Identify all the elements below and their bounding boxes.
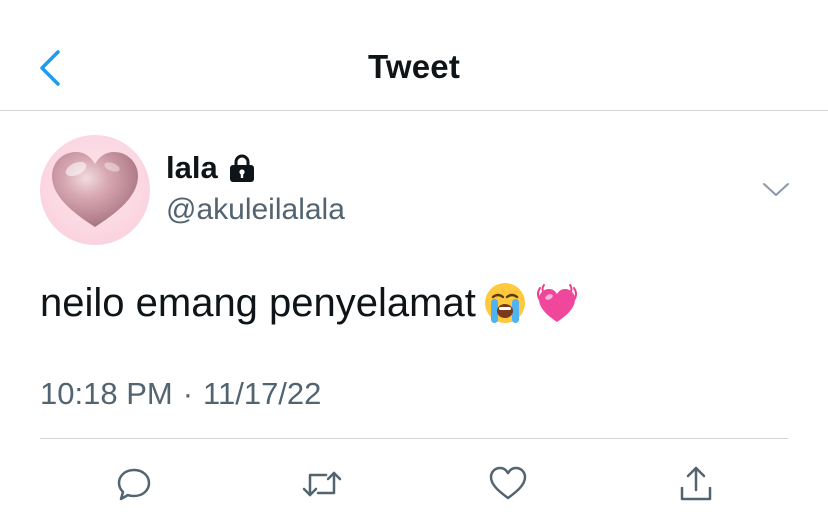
- action-bar: [0, 458, 828, 510]
- tweet-timestamp: 10:18 PM · 11/17/22: [40, 376, 321, 412]
- reply-icon: [117, 468, 151, 501]
- reply-button[interactable]: [108, 458, 160, 510]
- chevron-down-icon: [763, 183, 789, 196]
- author-display-name[interactable]: lala: [166, 150, 218, 186]
- avatar[interactable]: [40, 135, 150, 245]
- tweet-text: neilo emang penyelamat: [40, 280, 476, 325]
- timestamp-separator: ·: [182, 376, 194, 411]
- beating-heart-emoji: [534, 280, 580, 326]
- tweet-body: neilo emang penyelamat: [40, 280, 580, 326]
- like-button[interactable]: [482, 458, 534, 510]
- lock-icon: [228, 153, 256, 183]
- divider: [40, 438, 788, 439]
- retweet-icon: [302, 471, 342, 497]
- page-title: Tweet: [367, 48, 461, 85]
- heart-avatar-icon: [52, 152, 138, 227]
- tweet-time: 10:18 PM: [40, 376, 173, 411]
- tweet-detail-screen: Tweet lala @akuleilalala neilo emang pen…: [0, 0, 828, 526]
- retweet-button[interactable]: [296, 458, 348, 510]
- heart-icon: [489, 466, 527, 500]
- loudly-crying-face-emoji: [482, 280, 528, 326]
- share-icon: [680, 466, 712, 501]
- author-name-row[interactable]: lala: [166, 150, 256, 186]
- tweet-date: 11/17/22: [203, 376, 322, 411]
- author-handle[interactable]: @akuleilalala: [166, 193, 345, 227]
- share-button[interactable]: [670, 458, 722, 510]
- nav-header: Tweet: [0, 0, 828, 111]
- more-options-button[interactable]: [758, 174, 794, 206]
